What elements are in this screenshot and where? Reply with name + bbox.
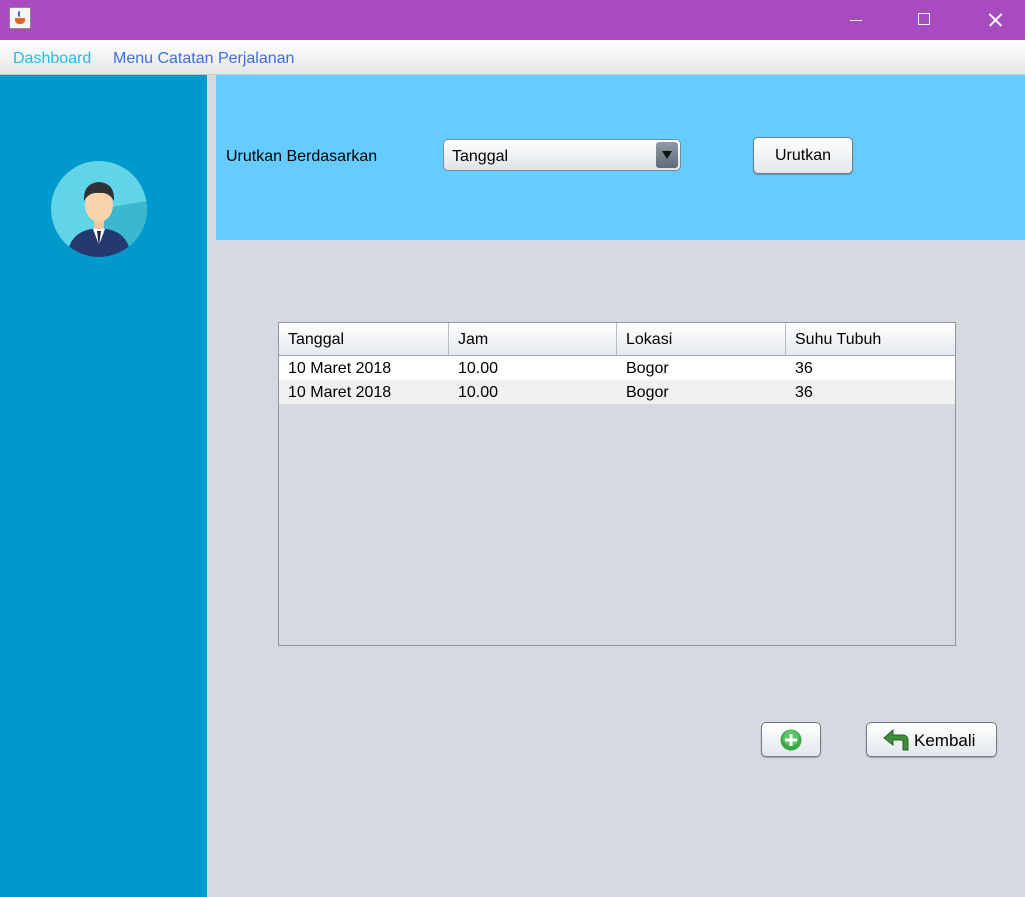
user-avatar-icon (51, 161, 147, 257)
back-arrow-icon (883, 728, 909, 751)
close-button[interactable] (972, 0, 1018, 40)
sidebar (0, 75, 207, 897)
maximize-button[interactable] (901, 0, 947, 40)
sort-dropdown[interactable]: Tanggal (443, 139, 681, 171)
menu-bar: Dashboard Menu Catatan Perjalanan (0, 40, 1025, 75)
menu-dashboard[interactable]: Dashboard (13, 50, 91, 68)
column-header-tanggal[interactable]: Tanggal (279, 323, 449, 355)
cell-lokasi: Bogor (626, 360, 669, 377)
cell-suhu-tubuh: 36 (795, 384, 813, 401)
table-row[interactable]: 10 Maret 2018 10.00 Bogor 36 (279, 356, 955, 380)
column-header-suhu-tubuh[interactable]: Suhu Tubuh (786, 323, 955, 355)
travel-log-table: Tanggal Jam Lokasi Suhu Tubuh 10 Maret 2… (278, 322, 956, 646)
title-bar (0, 0, 1025, 40)
sort-panel: Urutkan Berdasarkan Tanggal Urutkan (216, 75, 1025, 240)
column-header-jam[interactable]: Jam (449, 323, 617, 355)
sort-button[interactable]: Urutkan (753, 137, 853, 174)
column-header-lokasi[interactable]: Lokasi (617, 323, 786, 355)
back-button-label: Kembali (914, 731, 976, 750)
back-button[interactable]: Kembali (866, 722, 997, 757)
minimize-button[interactable] (833, 0, 879, 40)
sort-label: Urutkan Berdasarkan (226, 148, 378, 165)
sort-dropdown-value: Tanggal (452, 148, 509, 165)
cell-tanggal: 10 Maret 2018 (288, 384, 392, 401)
menu-catatan-perjalanan[interactable]: Menu Catatan Perjalanan (113, 50, 294, 68)
plus-circle-icon (780, 729, 802, 751)
add-button[interactable] (761, 722, 821, 757)
cell-lokasi: Bogor (626, 384, 669, 401)
cell-tanggal: 10 Maret 2018 (288, 360, 392, 377)
table-row[interactable]: 10 Maret 2018 10.00 Bogor 36 (279, 380, 955, 404)
cell-suhu-tubuh: 36 (795, 360, 813, 377)
cell-jam: 10.00 (458, 360, 499, 377)
cell-jam: 10.00 (458, 384, 499, 401)
table-header: Tanggal Jam Lokasi Suhu Tubuh (279, 323, 955, 356)
java-cup-icon (9, 7, 31, 29)
chevron-down-icon[interactable] (656, 142, 678, 168)
